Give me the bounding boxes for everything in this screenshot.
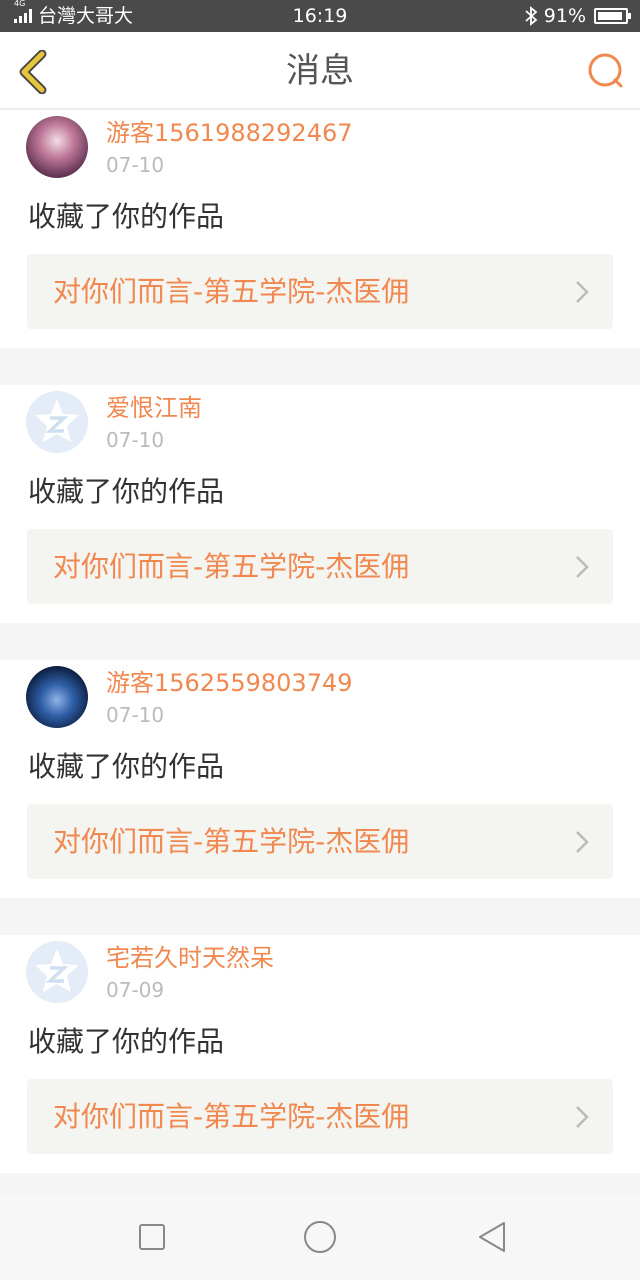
notification-date: 07-09 bbox=[106, 978, 165, 1002]
notification-card: 游客1562559803749 07-10 收藏了你的作品 对你们而言-第五学院… bbox=[0, 660, 640, 898]
triangle-back-icon bbox=[479, 1222, 505, 1252]
avatar[interactable] bbox=[26, 116, 88, 178]
header: 消息 bbox=[0, 32, 640, 110]
work-link[interactable]: 对你们而言-第五学院-杰医佣 bbox=[27, 804, 613, 879]
user-name[interactable]: 游客1561988292467 bbox=[106, 118, 353, 148]
divider bbox=[0, 898, 640, 935]
system-nav-bar bbox=[0, 1194, 640, 1280]
recents-button[interactable] bbox=[134, 1219, 170, 1255]
page-title: 消息 bbox=[286, 51, 354, 91]
status-bar: 4G 台灣大哥大 16:19 91% bbox=[0, 0, 640, 32]
search-button[interactable] bbox=[586, 52, 626, 92]
divider bbox=[0, 623, 640, 660]
chevron-right-icon bbox=[576, 556, 589, 578]
search-icon bbox=[588, 53, 623, 88]
action-text: 收藏了你的作品 bbox=[28, 750, 225, 783]
notification-feed[interactable]: 游客1561988292467 07-10 收藏了你的作品 对你们而言-第五学院… bbox=[0, 110, 640, 1194]
battery-percent: 91% bbox=[543, 5, 586, 27]
notification-card: 宅若久时天然呆 07-09 收藏了你的作品 对你们而言-第五学院-杰医佣 bbox=[0, 935, 640, 1173]
status-right: 91% bbox=[524, 0, 631, 32]
circle-icon bbox=[304, 1221, 336, 1253]
chevron-right-icon bbox=[576, 281, 589, 303]
avatar[interactable] bbox=[26, 666, 88, 728]
bluetooth-icon bbox=[525, 6, 538, 26]
divider bbox=[0, 348, 640, 385]
chevron-right-icon bbox=[576, 831, 589, 853]
action-text: 收藏了你的作品 bbox=[28, 200, 225, 233]
action-text: 收藏了你的作品 bbox=[28, 475, 225, 508]
back-nav-button[interactable] bbox=[474, 1219, 510, 1255]
divider bbox=[0, 1173, 640, 1194]
square-icon bbox=[139, 1224, 165, 1250]
user-name[interactable]: 宅若久时天然呆 bbox=[106, 943, 274, 973]
chevron-right-icon bbox=[576, 1106, 589, 1128]
notification-card: 爱恨江南 07-10 收藏了你的作品 对你们而言-第五学院-杰医佣 bbox=[0, 385, 640, 623]
battery-icon bbox=[594, 8, 631, 24]
notification-card: 游客1561988292467 07-10 收藏了你的作品 对你们而言-第五学院… bbox=[0, 110, 640, 348]
notification-date: 07-10 bbox=[106, 428, 165, 452]
action-text: 收藏了你的作品 bbox=[28, 1025, 225, 1058]
work-title: 对你们而言-第五学院-杰医佣 bbox=[53, 275, 410, 308]
home-button[interactable] bbox=[300, 1217, 340, 1257]
work-title: 对你们而言-第五学院-杰医佣 bbox=[53, 1100, 410, 1133]
notification-date: 07-10 bbox=[106, 153, 165, 177]
work-link[interactable]: 对你们而言-第五学院-杰医佣 bbox=[27, 529, 613, 604]
default-avatar-icon[interactable] bbox=[26, 941, 88, 1003]
notification-date: 07-10 bbox=[106, 703, 165, 727]
work-link[interactable]: 对你们而言-第五学院-杰医佣 bbox=[27, 254, 613, 329]
default-avatar-icon[interactable] bbox=[26, 391, 88, 453]
work-title: 对你们而言-第五学院-杰医佣 bbox=[53, 550, 410, 583]
work-link[interactable]: 对你们而言-第五学院-杰医佣 bbox=[27, 1079, 613, 1154]
user-name[interactable]: 爱恨江南 bbox=[106, 393, 202, 423]
work-title: 对你们而言-第五学院-杰医佣 bbox=[53, 825, 410, 858]
user-name[interactable]: 游客1562559803749 bbox=[106, 668, 353, 698]
